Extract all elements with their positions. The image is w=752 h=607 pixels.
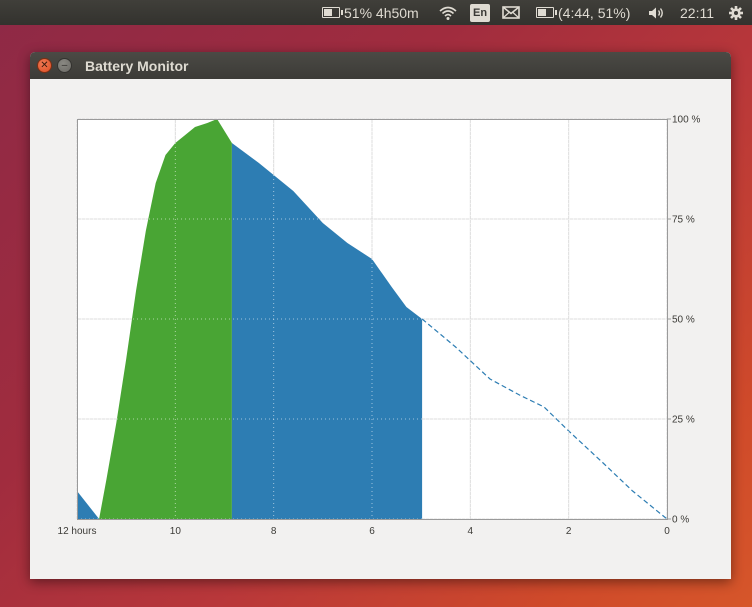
x-tick-label: 8 xyxy=(271,526,277,537)
x-tick-label: 10 xyxy=(170,526,182,537)
x-tick-label: 12 hours xyxy=(58,526,97,537)
keyboard-layout-badge: En xyxy=(470,3,491,22)
y-tick-label: 100 % xyxy=(672,115,700,126)
keyboard-layout-indicator[interactable]: En xyxy=(470,0,491,25)
battery-detail-indicator[interactable]: (4:44, 51%) xyxy=(536,0,630,25)
battery-indicator[interactable]: 51% 4h50m xyxy=(322,0,419,25)
battery-icon xyxy=(322,7,343,18)
battery-history-chart: 12 hours 10 8 6 4 2 0 0 % 25 % 50 % 75 % 100 % xyxy=(58,115,701,538)
mail-icon[interactable] xyxy=(502,0,520,25)
x-tick-label: 0 xyxy=(664,526,670,537)
battery-monitor-window: ✕ – Battery Monitor 12 hours 10 8 6 4 2 0 0 % 2… xyxy=(30,52,731,579)
y-tick-label: 0 % xyxy=(672,515,689,526)
volume-icon[interactable] xyxy=(648,0,666,25)
x-axis-ticks: 12 hours 10 8 6 4 2 0 xyxy=(58,526,671,537)
battery-icon xyxy=(536,7,557,18)
battery-detail-label: (4:44, 51%) xyxy=(558,4,631,21)
x-tick-label: 2 xyxy=(566,526,572,537)
settings-gear-icon[interactable] xyxy=(728,0,744,25)
x-tick-label: 6 xyxy=(369,526,375,537)
y-tick-label: 50 % xyxy=(672,315,695,326)
top-panel: 51% 4h50m En (4:44, 51%) 22:11 xyxy=(0,0,752,25)
y-axis-ticks: 0 % 25 % 50 % 75 % 100 % xyxy=(667,115,700,526)
clock[interactable]: 22:11 xyxy=(680,0,714,25)
battery-indicator-label: 51% 4h50m xyxy=(344,4,419,21)
wifi-icon[interactable] xyxy=(438,0,458,25)
clock-label: 22:11 xyxy=(680,4,714,21)
y-tick-label: 25 % xyxy=(672,415,695,426)
x-tick-label: 4 xyxy=(468,526,474,537)
y-tick-label: 75 % xyxy=(672,215,695,226)
